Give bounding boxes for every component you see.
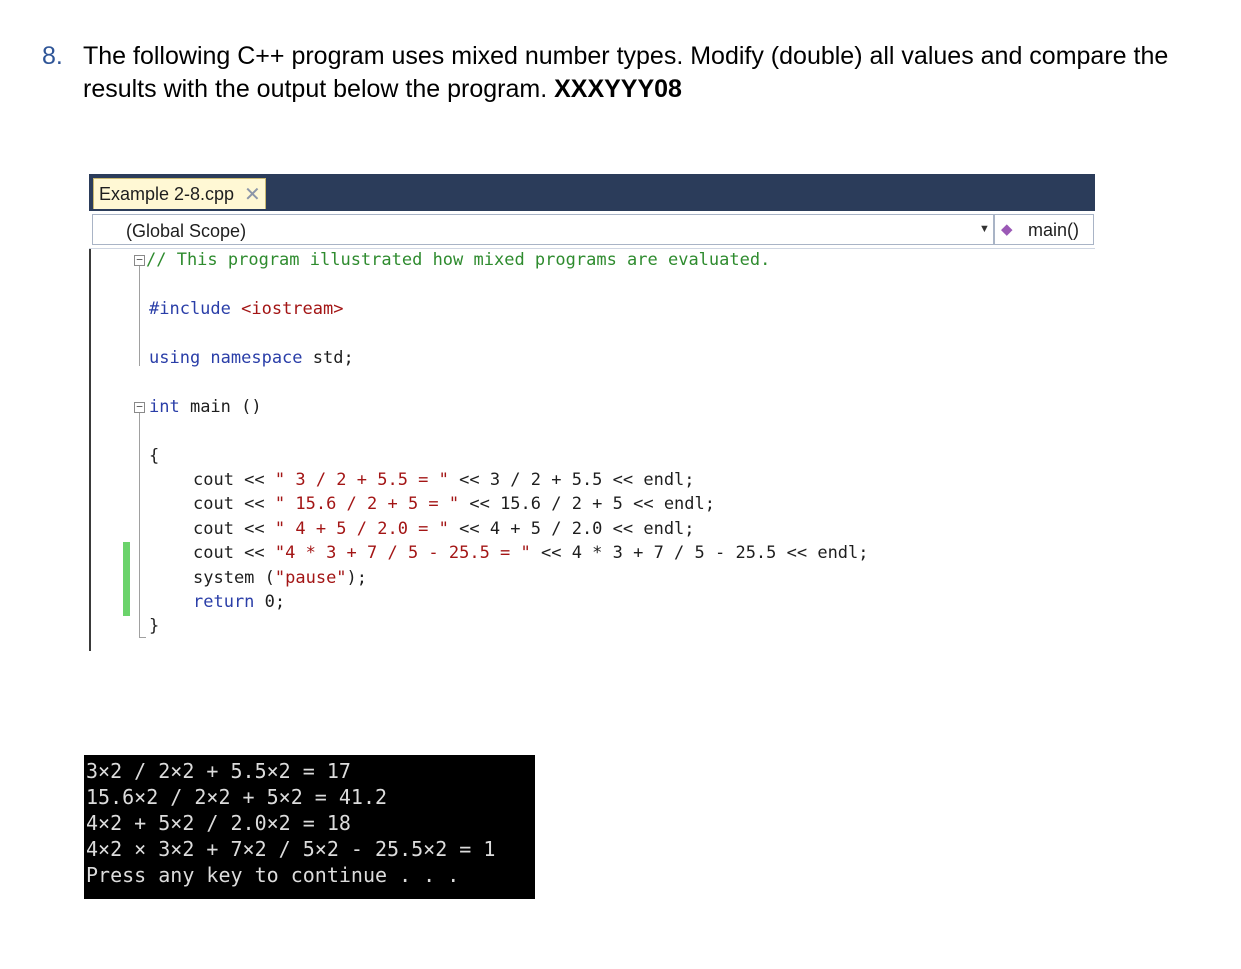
function-dropdown[interactable]: ◆ main() [994,214,1094,245]
code-line-include: #include <iostream> [149,299,344,319]
outline-line [139,266,140,366]
code-line-system: system ("pause"); [193,568,368,588]
code-line-cout-2: cout << " 15.6 / 2 + 5 = " << 15.6 / 2 +… [193,494,715,514]
code-line-return: return 0; [193,592,286,612]
console-line: Press any key to continue . . . [86,863,460,887]
code-line-comment: // This program illustrated how mixed pr… [146,250,771,270]
code-line-close-brace: } [149,616,160,636]
code-line-cout-4: cout << "4 * 3 + 7 / 5 - 25.5 = " << 4 *… [193,543,869,563]
console-line: 15.6×2 / 2×2 + 5×2 = 41.2 [86,785,388,809]
outline-line [139,413,140,638]
console-line: 4×2 + 5×2 / 2.0×2 = 18 [86,811,351,835]
question-number: 8. [42,42,63,70]
method-icon: ◆ [1001,221,1013,238]
chevron-down-icon[interactable]: ▼ [979,223,990,235]
change-marker [123,542,130,616]
question-text: The following C++ program uses mixed num… [83,40,1223,106]
console-line: 4×2 × 3×2 + 7×2 / 5×2 - 25.5×2 = 1 [86,837,496,861]
code-editor[interactable]: − − // This program illustrated how mixe… [91,249,1095,651]
code-line-main: int main () [149,397,262,417]
outline-line [139,637,146,638]
tab-bar: Example 2-8.cpp ✕ [89,174,1095,209]
tab-label: Example 2-8.cpp [99,184,235,204]
function-label: main() [1028,220,1080,240]
scope-dropdown[interactable]: (Global Scope) ▼ [92,214,994,245]
code-line-using: using namespace std; [149,348,354,368]
console-line: 3×2 / 2×2 + 5.5×2 = 17 [86,759,351,783]
code-line-cout-3: cout << " 4 + 5 / 2.0 = " << 4 + 5 / 2.0… [193,519,695,539]
close-icon[interactable]: ✕ [244,182,261,207]
code-line-open-brace: { [149,446,160,466]
code-line-cout-1: cout << " 3 / 2 + 5.5 = " << 3 / 2 + 5.5… [193,470,695,490]
navigation-bar: (Global Scope) ▼ ◆ main() [89,209,1095,249]
fold-toggle-icon[interactable]: − [134,254,145,266]
fold-toggle-icon[interactable]: − [134,401,145,413]
question-tag: XXXYYY08 [554,75,682,103]
scope-label: (Global Scope) [126,221,247,241]
ide-window: Example 2-8.cpp ✕ (Global Scope) ▼ ◆ mai… [89,174,1095,651]
console-output: 3×2 / 2×2 + 5.5×2 = 17 15.6×2 / 2×2 + 5×… [84,755,535,899]
tab-example-2-8[interactable]: Example 2-8.cpp ✕ [93,178,266,209]
